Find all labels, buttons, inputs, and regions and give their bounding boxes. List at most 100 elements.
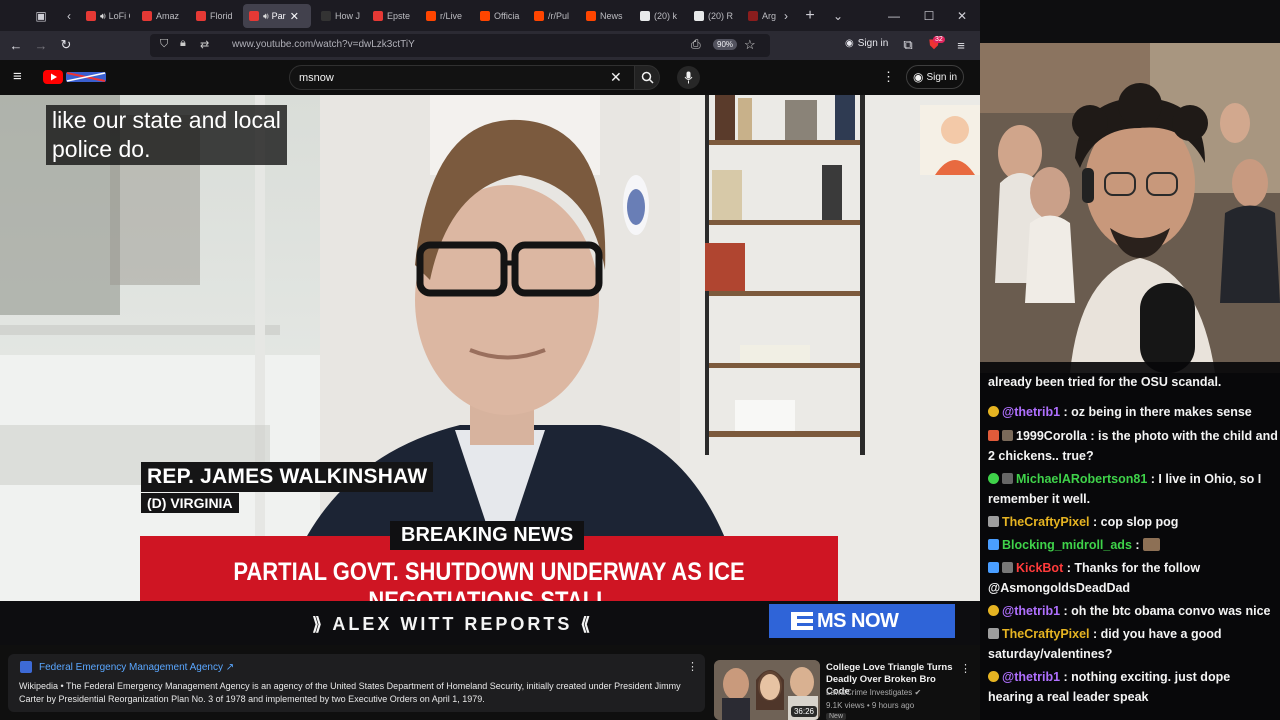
tab-label: Par bbox=[271, 11, 286, 21]
bookmark-star-icon[interactable]: ☆ bbox=[744, 37, 756, 53]
show-name: ⟫ ALEX WITT REPORTS ⟪ bbox=[312, 614, 594, 634]
chat-username[interactable]: 1999Corolla bbox=[1016, 429, 1087, 443]
more-options-icon[interactable]: ⋮ bbox=[960, 662, 971, 675]
network-logo-icon bbox=[791, 612, 813, 630]
zoom-level[interactable]: 90% bbox=[713, 39, 738, 50]
lower-third-name: REP. JAMES WALKINSHAW bbox=[141, 462, 434, 492]
close-tab-icon[interactable]: ✕ bbox=[290, 10, 299, 23]
caption-line: police do. bbox=[52, 136, 151, 162]
youtube-signin-button[interactable]: ◉ Sign in bbox=[906, 65, 964, 89]
emote-icon bbox=[1143, 538, 1161, 551]
shield-icon[interactable]: ⛉ bbox=[160, 38, 168, 51]
hamburger-menu-icon[interactable]: ≡ bbox=[13, 68, 22, 85]
badge-icon bbox=[988, 562, 999, 573]
youtube-logo[interactable] bbox=[43, 69, 107, 85]
screenshot-icon[interactable]: ⎙ bbox=[691, 37, 701, 52]
account-signin-button[interactable]: ◉ Sign in bbox=[845, 38, 888, 49]
info-panel-text: • The Federal Emergency Management Agenc… bbox=[19, 681, 681, 704]
maximize-icon[interactable]: ☐ bbox=[919, 6, 939, 26]
menu-icon[interactable]: ≡ bbox=[951, 35, 971, 55]
clear-search-icon[interactable]: ✕ bbox=[610, 69, 622, 86]
tab-label: Florid bbox=[210, 11, 233, 21]
lower-third-party: (D) VIRGINIA bbox=[141, 493, 239, 513]
more-options-icon[interactable]: ⋮ bbox=[687, 660, 698, 673]
channel-name[interactable]: Law&Crime Investigates ✔ bbox=[826, 688, 921, 697]
tab-scroll-left-icon[interactable]: ‹ bbox=[59, 6, 79, 26]
chat-username[interactable]: KickBot bbox=[1016, 561, 1063, 575]
browser-tab[interactable]: (20) R bbox=[688, 4, 738, 28]
tab-label: (20) R bbox=[708, 11, 734, 21]
tab-label: Arg bbox=[762, 11, 776, 21]
tab-overview-icon[interactable]: ▣ bbox=[31, 6, 51, 26]
network-logo-text: MS NOW bbox=[817, 610, 899, 632]
chat-message: @thetrib1 : nothing exciting. just dope … bbox=[988, 667, 1278, 707]
browser-tab[interactable]: How J bbox=[315, 4, 363, 28]
tab-audio-icon[interactable]: 🔊︎ bbox=[263, 11, 269, 22]
search-icon bbox=[641, 71, 654, 84]
chat-username[interactable]: MichaelARobertson81 bbox=[1016, 472, 1147, 486]
tab-label: r/Live bbox=[440, 11, 463, 21]
tab-favicon-icon bbox=[86, 11, 96, 21]
chat-username[interactable]: Blocking_midroll_ads bbox=[1002, 538, 1132, 552]
new-tab-icon[interactable]: + bbox=[800, 6, 820, 26]
badge-icon bbox=[1002, 473, 1013, 484]
chat-message: @thetrib1 : oz being in there makes sens… bbox=[988, 402, 1278, 422]
tab-favicon-icon bbox=[694, 11, 704, 21]
chat-username[interactable]: @thetrib1 bbox=[1002, 670, 1060, 684]
stream-panel: already been tried for the OSU scandal. … bbox=[980, 0, 1280, 720]
recommended-video[interactable]: 36:26 College Love Triangle Turns Deadly… bbox=[714, 660, 972, 720]
extensions-icon[interactable]: ⧉ bbox=[898, 35, 918, 55]
chat-message: Blocking_midroll_ads : bbox=[988, 535, 1278, 555]
tab-label: Epste bbox=[387, 11, 411, 21]
new-badge: New bbox=[826, 713, 847, 720]
nav-bar: ← → ↻ ⛉ 🔒︎ ⇄ www.youtube.com/watch?v=dwL… bbox=[0, 31, 980, 60]
browser-tab[interactable]: /r/Pul bbox=[528, 4, 576, 28]
badge-icon bbox=[988, 516, 999, 527]
url-text[interactable]: www.youtube.com/watch?v=dwLzk3ctTiY bbox=[232, 39, 415, 50]
lock-icon[interactable]: 🔒︎ bbox=[180, 37, 186, 50]
caption-line: like our state and local bbox=[52, 107, 281, 133]
browser-tab[interactable]: r/Live bbox=[420, 4, 470, 28]
search-box[interactable]: msnow ✕ bbox=[289, 65, 635, 90]
reload-icon[interactable]: ↻ bbox=[56, 35, 76, 55]
voice-search-button[interactable] bbox=[677, 66, 700, 89]
chat-message: TheCraftyPixel : cop slop pog bbox=[988, 512, 1278, 532]
video-thumbnail[interactable]: 36:26 bbox=[714, 660, 820, 720]
chat-message: @thetrib1 : oh the btc obama convo was n… bbox=[988, 601, 1278, 621]
chat-text: : cop slop pog bbox=[1089, 515, 1179, 529]
tab-list-icon[interactable]: ⌄ bbox=[828, 6, 848, 26]
permissions-icon[interactable]: ⇄ bbox=[200, 38, 209, 51]
browser-tab[interactable]: 🔊︎LoFi C bbox=[80, 4, 130, 28]
show-title-bar: ⟫ ALEX WITT REPORTS ⟪ MS NOW bbox=[0, 601, 980, 645]
browser-tab[interactable]: Officia bbox=[474, 4, 524, 28]
tab-favicon-icon bbox=[373, 11, 383, 21]
info-panel-card[interactable]: Federal Emergency Management Agency ↗ Wi… bbox=[8, 654, 705, 712]
tab-scroll-right-icon[interactable]: › bbox=[776, 6, 796, 26]
browser-tab[interactable]: 🔊︎ Par ✕ bbox=[243, 4, 311, 28]
video-player[interactable]: like our state and local police do. REP.… bbox=[0, 95, 980, 645]
badge-icon bbox=[988, 539, 999, 550]
info-panel-title[interactable]: Federal Emergency Management Agency ↗ bbox=[39, 662, 234, 673]
browser-tab[interactable]: Amaz bbox=[136, 4, 186, 28]
chat-text: : oh the btc obama convo was nice bbox=[1060, 604, 1271, 618]
close-window-icon[interactable]: ✕ bbox=[952, 6, 972, 26]
settings-kebab-icon[interactable]: ⋮ bbox=[882, 69, 895, 85]
back-icon[interactable]: ← bbox=[6, 35, 26, 55]
browser-tab[interactable]: Epste bbox=[367, 4, 417, 28]
browser-tab[interactable]: Arg bbox=[742, 4, 776, 28]
chat-username[interactable]: TheCraftyPixel bbox=[1002, 515, 1090, 529]
browser-tab[interactable]: Florid bbox=[190, 4, 240, 28]
address-bar[interactable]: ⛉ 🔒︎ ⇄ www.youtube.com/watch?v=dwLzk3ctT… bbox=[150, 34, 770, 57]
forward-icon[interactable]: → bbox=[31, 35, 51, 55]
tab-audio-icon[interactable]: 🔊︎ bbox=[100, 11, 106, 22]
chat-username[interactable]: TheCraftyPixel bbox=[1002, 627, 1090, 641]
search-input[interactable]: msnow bbox=[299, 72, 334, 84]
tab-label: Officia bbox=[494, 11, 520, 21]
info-panel-source[interactable]: Wikipedia bbox=[19, 681, 58, 691]
browser-tab[interactable]: News bbox=[580, 4, 630, 28]
chat-username[interactable]: @thetrib1 bbox=[1002, 405, 1060, 419]
search-button[interactable] bbox=[634, 65, 660, 90]
minimize-icon[interactable]: — bbox=[884, 6, 904, 26]
browser-tab[interactable]: (20) k bbox=[634, 4, 684, 28]
chat-username[interactable]: @thetrib1 bbox=[1002, 604, 1060, 618]
